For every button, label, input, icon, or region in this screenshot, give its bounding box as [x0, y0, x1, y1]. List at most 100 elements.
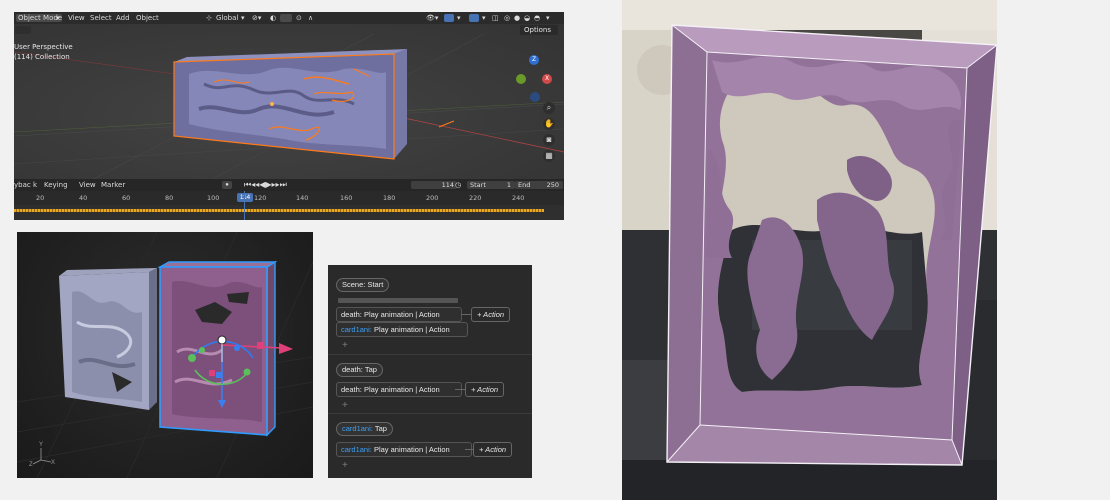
behaviors-panel: Scene: Start death: Play animation | Act… — [328, 265, 532, 478]
action-group-bar — [338, 298, 458, 303]
record-icon[interactable]: ● — [222, 181, 232, 189]
action-text: Play animation | Action — [373, 325, 450, 334]
material-shading-icon[interactable]: ◒ — [524, 12, 530, 24]
keying-menu[interactable]: Keying — [44, 179, 68, 191]
playback-menu[interactable]: ybac k — [14, 179, 37, 191]
pivot-icon[interactable]: ⊘▾ — [252, 12, 261, 24]
keyframe-strip — [14, 209, 544, 212]
action-object: death: — [341, 310, 362, 319]
3d-viewport[interactable]: User Perspective (114) Collection Option… — [14, 24, 564, 189]
add-behavior-plus-icon[interactable]: + — [342, 400, 348, 411]
add-behavior-plus-icon[interactable]: + — [342, 340, 348, 351]
ruler-tick: 160 — [340, 194, 353, 202]
menu-view[interactable]: View — [68, 12, 85, 24]
current-frame-field[interactable]: 114 — [411, 181, 457, 189]
ruler-tick: 200 — [426, 194, 439, 202]
trigger-pill[interactable]: Scene: Start — [336, 278, 390, 292]
end-value: 250 — [546, 181, 559, 189]
chevron-down-icon: ▾ — [546, 14, 550, 22]
view-name-label: User Perspective — [14, 43, 73, 51]
ruler-tick: 20 — [36, 194, 45, 202]
pan-hand-icon[interactable]: ✋ — [543, 118, 555, 130]
blender-window: Object Mode ▾ View Select Add Object ⊹ G… — [14, 12, 564, 220]
timeline-view-menu[interactable]: View — [79, 179, 96, 191]
action-row[interactable]: card1ani: Play animation | Action — [336, 322, 468, 337]
playback-controls-icon[interactable]: ⏮◂◂◀▶▸▸⏭ — [244, 179, 287, 191]
chevron-down-icon: ▾ — [457, 14, 461, 22]
start-frame-field[interactable]: Start 1 — [467, 181, 515, 189]
action-object: card1ani: — [341, 325, 372, 334]
trigger-event: Tap — [374, 424, 387, 433]
overlay-toggle-button[interactable] — [469, 14, 479, 22]
action-row[interactable]: death: Play animation | Action — [336, 307, 462, 322]
clock-icon: ◷ — [455, 181, 462, 189]
chevron-down-icon: ▾ — [241, 14, 245, 22]
action-text: Play animation | Action — [373, 445, 450, 454]
snap-icon[interactable]: ◐ — [270, 12, 276, 24]
ruler-tick: 220 — [469, 194, 482, 202]
viewport-scene — [14, 33, 564, 189]
trigger-pill[interactable]: death: Tap — [336, 363, 383, 377]
behavior-death-tap: death: Tap death: Play animation | Actio… — [328, 355, 532, 413]
chevron-down-icon: ▾ — [482, 14, 486, 22]
ruler-tick: 60 — [122, 194, 131, 202]
ar-photo — [622, 0, 997, 500]
zoom-icon[interactable]: ⌕ — [543, 102, 555, 114]
action-row[interactable]: card1ani: Play animation | Action — [336, 442, 472, 457]
menu-add[interactable]: Add — [116, 12, 130, 24]
ruler-tick: 80 — [165, 194, 174, 202]
ruler-tick: 120 — [254, 194, 267, 202]
marker-menu[interactable]: Marker — [101, 179, 125, 191]
menu-select[interactable]: Select — [90, 12, 112, 24]
action-object: card1ani: — [341, 445, 372, 454]
xray-icon[interactable]: ◫ — [492, 12, 499, 24]
connector-line — [465, 449, 473, 450]
gizmo-x-axis[interactable]: X — [542, 74, 552, 84]
rendered-shading-icon[interactable]: ◓ — [534, 12, 540, 24]
options-button[interactable]: Options — [520, 25, 558, 35]
snap-increment-button[interactable] — [280, 14, 292, 22]
behavior-scene-start: Scene: Start death: Play animation | Act… — [328, 265, 532, 357]
visibility-icon[interactable]: 👁▾ — [426, 12, 438, 24]
gizmo-z-axis[interactable]: Z — [529, 55, 539, 65]
behavior-card1ani-tap: card1ani: Tap card1ani: Play animation |… — [328, 414, 532, 478]
add-behavior-plus-icon[interactable]: + — [342, 460, 348, 471]
ruler-tick: 100 — [207, 194, 220, 202]
ruler-tick: 40 — [79, 194, 88, 202]
orientation-dropdown[interactable]: Global — [216, 12, 238, 24]
add-action-button[interactable]: + Action — [471, 307, 511, 322]
add-action-button[interactable]: + Action — [473, 442, 513, 457]
gizmo-y-axis[interactable] — [516, 74, 526, 84]
keyframe-track[interactable] — [14, 191, 564, 220]
action-row[interactable]: death: Play animation | Action — [336, 382, 462, 397]
wireframe-shading-icon[interactable]: ◎ — [504, 12, 510, 24]
add-action-button[interactable]: + Action — [465, 382, 505, 397]
gizmo-toggle-button[interactable] — [444, 14, 454, 22]
playhead-frame-indicator[interactable]: 114 — [237, 193, 253, 202]
chevron-down-icon: ▾ — [56, 14, 60, 22]
tool-settings-icon[interactable] — [15, 26, 31, 34]
grid-ortho-icon[interactable]: ▦ — [543, 150, 555, 162]
end-label: End — [518, 181, 531, 189]
model-preview-viewport[interactable]: Y Z X — [17, 232, 313, 478]
model-scene — [17, 232, 313, 478]
trigger-event: Start — [367, 280, 384, 289]
viewport-header: Object Mode ▾ View Select Add Object ⊹ G… — [14, 12, 564, 24]
trigger-object: Scene: — [342, 280, 366, 289]
proportional-edit-icon[interactable]: ⊙ — [296, 12, 302, 24]
timeline-header: ybac k Keying View Marker ● ⏮◂◂◀▶▸▸⏭ 114… — [14, 179, 564, 191]
falloff-icon[interactable]: ∧ — [308, 12, 313, 24]
ruler-tick: 240 — [512, 194, 525, 202]
solid-shading-icon[interactable]: ● — [514, 12, 520, 24]
transform-orientation-icon: ⊹ — [206, 14, 212, 22]
menu-object[interactable]: Object — [136, 12, 159, 24]
camera-icon[interactable]: ◙ — [543, 134, 555, 146]
axis-indicator-icon — [32, 448, 52, 465]
timeline-ruler[interactable]: 20 40 60 80 100 120 140 160 180 200 220 … — [14, 191, 564, 205]
trigger-object: death: — [342, 365, 363, 374]
gizmo-neg-z-axis[interactable] — [530, 92, 540, 102]
action-object: death: — [341, 385, 362, 394]
end-frame-field[interactable]: End 250 — [515, 181, 563, 189]
connector-line — [461, 314, 471, 315]
trigger-pill[interactable]: card1ani: Tap — [336, 422, 393, 436]
